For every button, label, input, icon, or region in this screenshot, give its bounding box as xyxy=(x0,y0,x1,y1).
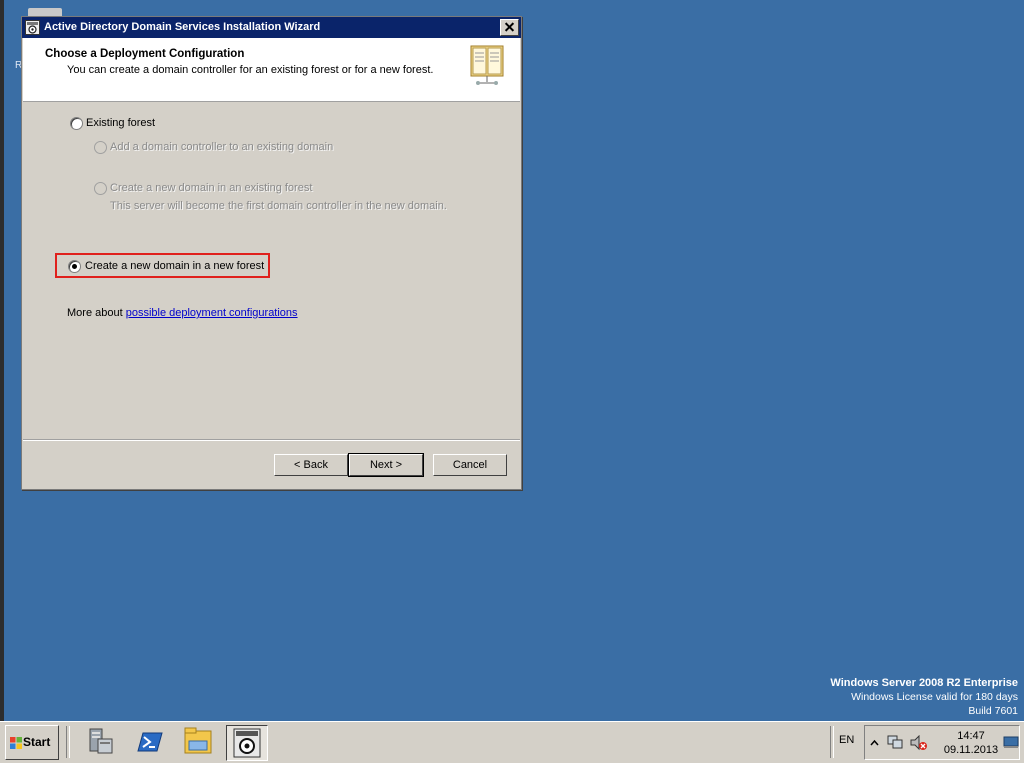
os-edition: Windows Server 2008 R2 Enterprise xyxy=(830,677,1018,689)
button-separator xyxy=(23,439,520,441)
existing-forest-label[interactable]: Existing forest xyxy=(86,117,155,129)
start-label: Start xyxy=(23,735,51,749)
more-about-prefix: More about xyxy=(67,307,123,319)
add-dc-label: Add a domain controller to an existing d… xyxy=(110,141,334,153)
clock-date[interactable]: 09.11.2013 xyxy=(940,744,1002,756)
taskbar-divider xyxy=(66,726,70,758)
ad-ds-wizard-dialog: Active Directory Domain Services Install… xyxy=(21,16,522,490)
language-indicator[interactable]: EN xyxy=(839,734,854,746)
wizard-header: Choose a Deployment Configuration You ca… xyxy=(23,38,520,102)
license-notice: Windows License valid for 180 days xyxy=(851,691,1018,703)
volume-muted-icon[interactable] xyxy=(910,735,928,751)
server-manager-icon xyxy=(89,728,113,754)
clock-time[interactable]: 14:47 xyxy=(940,730,1002,742)
notification-area: 14:47 09.11.2013 xyxy=(864,725,1020,760)
taskbar-powershell[interactable] xyxy=(129,725,171,761)
explorer-folder-icon xyxy=(184,727,212,754)
dialog-titlebar[interactable]: Active Directory Domain Services Install… xyxy=(22,17,521,38)
new-forest-radio[interactable] xyxy=(68,260,81,273)
wizard-app-icon xyxy=(25,20,40,35)
os-watermark: Windows Server 2008 R2 Enterprise Window… xyxy=(830,676,1018,718)
more-about-line: More about possible deployment configura… xyxy=(67,307,298,319)
add-dc-radio[interactable] xyxy=(94,141,107,154)
next-button[interactable]: Next > xyxy=(348,453,424,477)
windows-flag-icon xyxy=(10,737,22,749)
taskbar-ad-wizard[interactable] xyxy=(226,725,268,761)
build-number: Build 7601 xyxy=(968,705,1018,717)
new-domain-existing-forest-radio[interactable] xyxy=(94,182,107,195)
desktop-left-edge xyxy=(0,0,4,721)
new-domain-existing-forest-description: This server will become the first domain… xyxy=(110,200,447,212)
dialog-title: Active Directory Domain Services Install… xyxy=(44,21,321,33)
wizard-content: Existing forest Add a domain controller … xyxy=(23,102,520,438)
back-button[interactable]: < Back xyxy=(274,454,348,476)
deployment-configurations-link[interactable]: possible deployment configurations xyxy=(126,307,298,319)
taskbar-explorer[interactable] xyxy=(178,725,220,761)
show-hidden-icons-icon[interactable] xyxy=(870,738,879,747)
new-domain-existing-forest-label: Create a new domain in an existing fores… xyxy=(110,182,313,194)
ad-wizard-icon xyxy=(233,728,261,758)
show-desktop-icon[interactable] xyxy=(1003,735,1019,749)
page-title: Choose a Deployment Configuration xyxy=(45,48,245,60)
powershell-icon xyxy=(137,732,163,752)
close-button[interactable] xyxy=(500,19,519,36)
new-forest-label[interactable]: Create a new domain in a new forest xyxy=(85,260,264,272)
existing-forest-radio[interactable] xyxy=(70,117,83,130)
taskbar: Start EN 14:47 09.11.2013 xyxy=(0,721,1024,763)
taskbar-server-manager[interactable] xyxy=(80,725,122,761)
page-subtitle: You can create a domain controller for a… xyxy=(67,64,434,76)
start-button[interactable]: Start xyxy=(5,725,59,760)
taskbar-divider-right xyxy=(830,726,834,758)
book-icon xyxy=(470,45,504,85)
cancel-button[interactable]: Cancel xyxy=(433,454,507,476)
network-icon[interactable] xyxy=(887,735,903,750)
